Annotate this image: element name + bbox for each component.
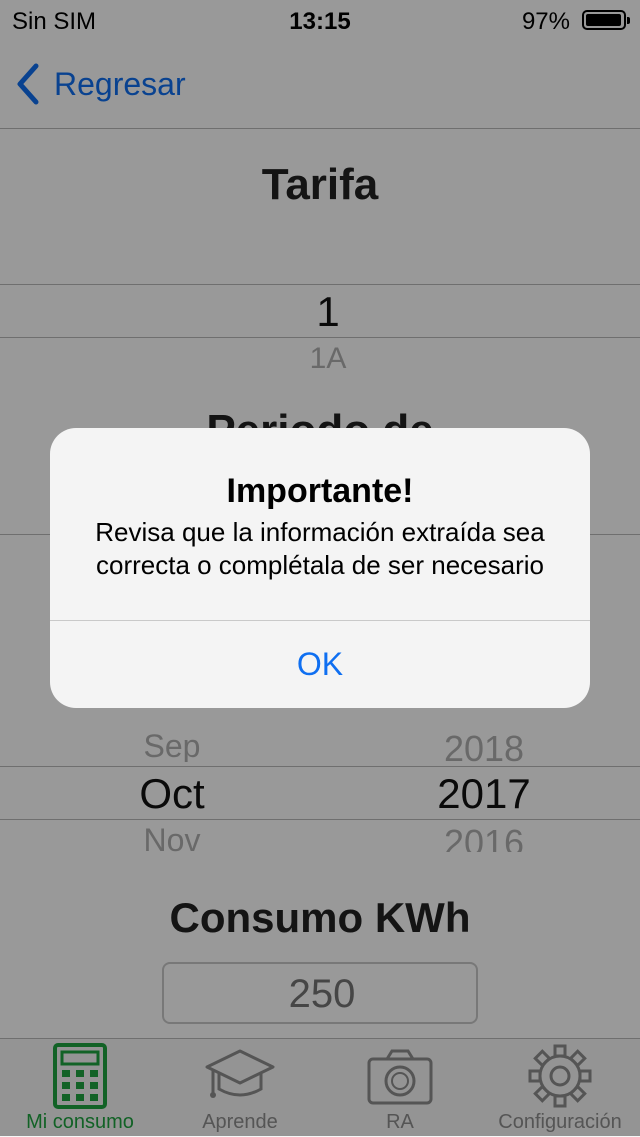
ok-button[interactable]: OK <box>50 621 590 708</box>
alert-dialog: Importante! Revisa que la información ex… <box>50 428 590 708</box>
alert-title: Importante! <box>226 472 414 510</box>
alert-message: Revisa que la información extraída sea c… <box>95 517 545 580</box>
